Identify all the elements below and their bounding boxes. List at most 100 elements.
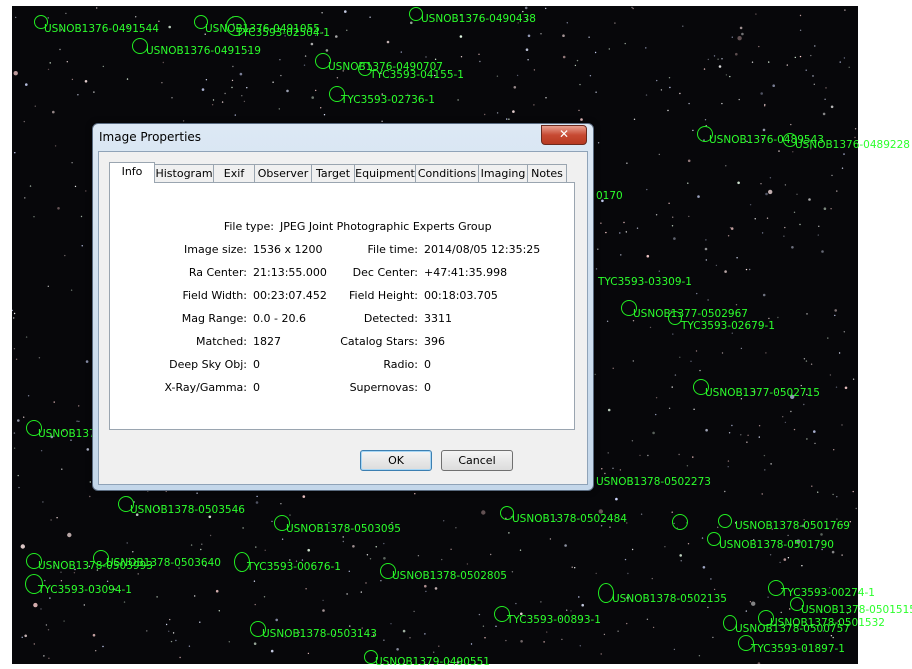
star [751,601,756,606]
close-button[interactable]: ✕ [541,125,587,145]
star-label: USNOB1378-0502135 [612,593,727,605]
star [671,511,673,513]
star [48,657,50,659]
star [758,45,760,48]
star [660,89,663,91]
star [74,185,77,188]
tab-equipment[interactable]: Equipment [354,164,416,182]
star [279,59,281,61]
star [812,75,814,77]
star [275,618,279,622]
star [803,358,806,360]
dialog-title: Image Properties [99,130,202,144]
star [830,208,832,210]
star [688,102,690,105]
star [272,81,274,83]
star [710,578,712,580]
star [854,136,856,139]
star-label: USNOB1376-0490438 [421,13,536,25]
star [512,110,515,113]
star [806,313,808,315]
star [479,60,481,63]
star [215,589,219,593]
star [827,337,829,339]
tab-info[interactable]: Info [109,162,155,183]
star [768,317,770,320]
star [625,231,627,233]
star-label: USNOB1377-0502967 [633,308,748,320]
star [346,29,348,31]
star [633,118,636,121]
star [211,104,214,106]
property-label: Field Height: [349,289,418,302]
star [506,118,508,120]
star [545,7,547,10]
tab-conditions[interactable]: Conditions [415,164,479,182]
star [793,211,796,213]
star [470,643,473,645]
star [15,358,18,360]
star [381,120,383,123]
star [310,42,314,46]
star [832,493,834,496]
star [433,651,435,653]
star [664,546,666,548]
star [729,75,731,78]
tab-notes[interactable]: Notes [527,164,567,182]
star [704,119,707,121]
star-marker [790,597,804,611]
star [667,109,669,112]
star [271,520,273,523]
property-label: Image size: [184,243,247,256]
star [764,469,766,471]
cancel-button[interactable]: Cancel [441,450,513,471]
star [508,118,510,120]
star [221,101,224,103]
star-label: TYC3593-02736-1 [341,94,435,106]
property-label: X-Ray/Gamma: [164,381,247,394]
star-label: USNOB1378-0501790 [719,539,834,551]
star [102,645,104,648]
star [831,174,833,177]
tab-histogram[interactable]: Histogram [154,164,214,182]
star [14,152,16,154]
star [751,61,754,63]
star-marker [718,514,732,528]
star [687,182,689,184]
star [578,109,580,112]
star [478,613,481,616]
star [13,71,18,76]
star [724,490,726,493]
tab-observer[interactable]: Observer [254,164,312,182]
star [705,428,708,432]
star [779,561,781,564]
star-label: TYC3593-01897-1 [751,643,845,655]
star-label: USNOB1378-0501515 [801,604,912,616]
star [424,633,426,635]
star [823,207,827,210]
star [841,554,843,556]
star [834,309,837,312]
star [123,601,126,603]
star [25,83,28,86]
star [762,128,766,132]
star [95,650,97,652]
star [705,259,707,261]
property-value: 0 [253,381,260,394]
ok-button[interactable]: OK [360,450,432,471]
tab-imaging[interactable]: Imaging [478,164,528,182]
star [40,450,43,452]
star [321,12,323,14]
star [50,519,52,521]
tab-target[interactable]: Target [311,164,355,182]
star [615,497,618,501]
star [515,602,517,605]
star-marker [25,574,43,594]
star [241,95,243,97]
star [673,237,676,240]
star [820,533,823,536]
star [496,112,499,114]
star [674,374,677,376]
star [600,222,602,224]
tab-exif[interactable]: Exif [213,164,255,182]
